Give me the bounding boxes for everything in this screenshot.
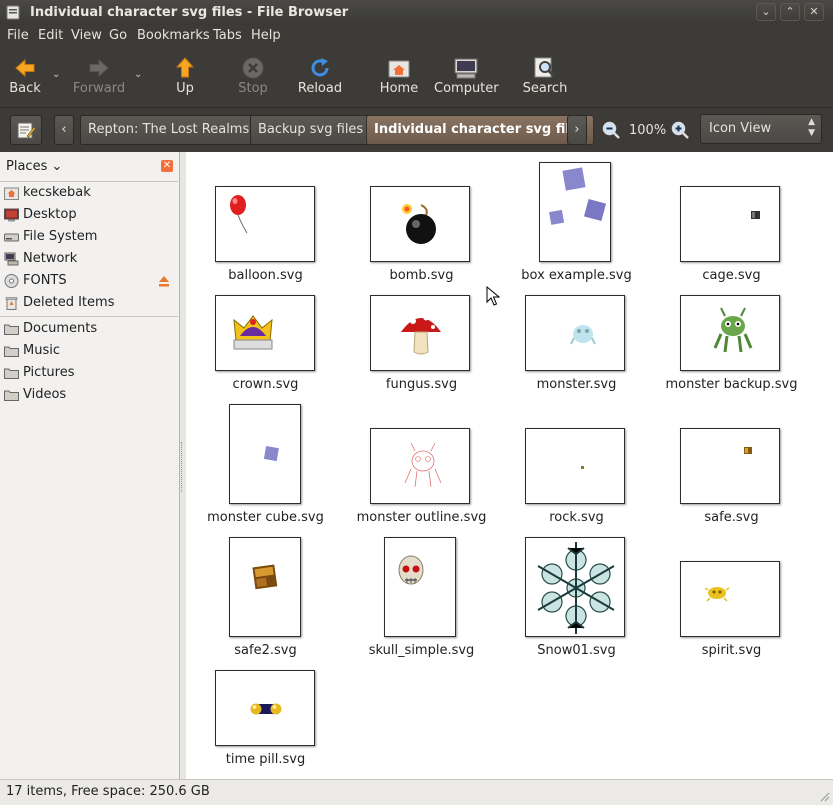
- computer-icon: [454, 58, 478, 79]
- search-button[interactable]: Search: [520, 47, 570, 105]
- forward-arrow-icon: [89, 58, 109, 78]
- toolbar: Back ⌄ Forward ⌄ Up Stop Reload Home Com…: [0, 47, 833, 107]
- maximize-button[interactable]: ⌃: [780, 3, 800, 21]
- sidebar-item-file-system[interactable]: File System: [0, 226, 178, 248]
- network-icon: [4, 252, 19, 266]
- reload-icon: [311, 58, 329, 77]
- sidebar-item-pictures[interactable]: Pictures: [0, 362, 178, 384]
- crumb-backup-svg-files[interactable]: Backup svg files: [250, 115, 372, 145]
- monster-thumbnail: [525, 295, 625, 371]
- zoom-out-icon[interactable]: [602, 121, 620, 139]
- cage-thumbnail: [680, 186, 780, 262]
- bomb-thumbnail: [370, 186, 470, 262]
- search-icon: [534, 57, 556, 78]
- sidebar-item-network[interactable]: Network: [0, 248, 178, 270]
- view-mode-select[interactable]: Icon View ▲ ▼: [700, 114, 822, 144]
- back-button[interactable]: Back: [0, 47, 50, 105]
- sidebar-item-fonts[interactable]: FONTS: [0, 270, 178, 292]
- minimize-button[interactable]: ⌄: [756, 3, 776, 21]
- crumb-current-folder[interactable]: Individual character svg files: [366, 115, 595, 145]
- menu-file[interactable]: File: [7, 28, 29, 43]
- spirit-thumbnail: [680, 561, 780, 637]
- trash-icon: [5, 297, 18, 310]
- back-history-chevron-icon[interactable]: ⌄: [52, 69, 62, 80]
- home-folder-icon: [388, 60, 410, 78]
- menu-tabs[interactable]: Tabs: [213, 28, 242, 43]
- home-button[interactable]: Home: [376, 47, 422, 105]
- folder-icon: [4, 346, 19, 357]
- folder-icon: [4, 390, 19, 401]
- file-manager-icon: [6, 5, 20, 20]
- time-pill-thumbnail: [215, 670, 315, 746]
- spin-arrows-icon: ▲ ▼: [808, 117, 815, 138]
- forward-history-chevron-icon[interactable]: ⌄: [134, 69, 144, 80]
- home-folder-icon: [4, 187, 19, 200]
- rock-thumbnail: [525, 428, 625, 504]
- menu-view[interactable]: View: [71, 28, 102, 43]
- back-arrow-icon: [15, 58, 35, 78]
- close-sidebar-icon[interactable]: ✕: [161, 160, 173, 172]
- menu-bookmarks[interactable]: Bookmarks: [137, 28, 210, 43]
- status-text: 17 items, Free space: 250.6 GB: [6, 784, 210, 799]
- computer-button[interactable]: Computer: [434, 47, 499, 105]
- menu-edit[interactable]: Edit: [38, 28, 63, 43]
- optical-disc-icon: [4, 274, 19, 288]
- desktop-icon: [4, 208, 19, 222]
- window-title: Individual character svg files - File Br…: [30, 5, 349, 20]
- sidebar-item-videos[interactable]: Videos: [0, 384, 178, 406]
- balloon-thumbnail: [215, 186, 315, 262]
- sidebar-header-dropdown[interactable]: Places ⌄: [6, 159, 62, 174]
- menu-help[interactable]: Help: [251, 28, 281, 43]
- zoom-in-icon[interactable]: [671, 121, 689, 139]
- eject-icon[interactable]: [158, 275, 170, 287]
- box-example-thumbnail: [539, 162, 611, 262]
- sidebar-item-documents[interactable]: Documents: [0, 318, 178, 340]
- edit-location-icon: [17, 122, 36, 139]
- safe2-thumbnail: [229, 537, 301, 637]
- crown-thumbnail: [215, 295, 315, 371]
- crumb-repton[interactable]: Repton: The Lost Realms: [80, 115, 258, 145]
- sidebar-item-home[interactable]: kecskebak: [0, 182, 178, 204]
- monster-cube-thumbnail: [229, 404, 301, 504]
- mouse-pointer-icon: [486, 286, 500, 306]
- safe-thumbnail: [680, 428, 780, 504]
- close-button[interactable]: ✕: [804, 3, 824, 21]
- up-arrow-icon: [175, 57, 195, 78]
- monster-outline-thumbnail: [370, 428, 470, 504]
- title-bar: Individual character svg files - File Br…: [0, 0, 833, 25]
- up-button[interactable]: Up: [160, 47, 210, 105]
- hard-drive-icon: [4, 233, 19, 242]
- sidebar-item-deleted-items[interactable]: Deleted Items: [0, 292, 178, 314]
- stop-icon: [242, 57, 264, 79]
- snow01-thumbnail: [525, 537, 625, 637]
- sidebar-item-desktop[interactable]: Desktop: [0, 204, 178, 226]
- folder-icon: [4, 368, 19, 379]
- crumbs-scroll-right-button[interactable]: ›: [567, 115, 587, 145]
- icon-view: balloon.svg bomb.svg box example.svg cag…: [186, 152, 833, 779]
- sidebar-item-music[interactable]: Music: [0, 340, 178, 362]
- zoom-level[interactable]: 100%: [629, 123, 666, 138]
- menu-go[interactable]: Go: [109, 28, 127, 43]
- forward-button[interactable]: Forward: [70, 47, 128, 105]
- status-bar: 17 items, Free space: 250.6 GB: [0, 779, 833, 805]
- places-sidebar: Places ⌄ ✕ kecskebak Desktop File System…: [0, 152, 180, 779]
- fungus-thumbnail: [370, 295, 470, 371]
- stop-button[interactable]: Stop: [228, 47, 278, 105]
- toggle-location-entry-button[interactable]: [10, 115, 42, 145]
- reload-button[interactable]: Reload: [294, 47, 346, 105]
- skull-simple-thumbnail: [384, 537, 456, 637]
- menu-bar: File Edit View Go Bookmarks Tabs Help: [0, 25, 833, 47]
- crumbs-scroll-left-button[interactable]: ‹: [54, 115, 74, 145]
- resize-grip-icon[interactable]: [818, 790, 830, 802]
- monster-backup-thumbnail: [680, 295, 780, 371]
- folder-icon: [4, 324, 19, 335]
